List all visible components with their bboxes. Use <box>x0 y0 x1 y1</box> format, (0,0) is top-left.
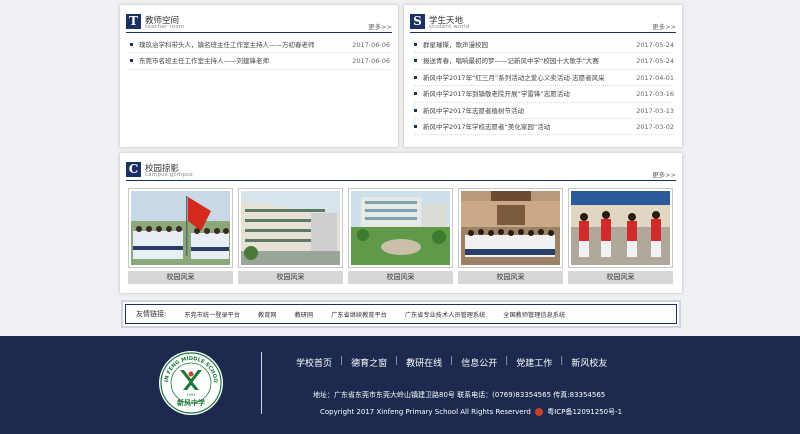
logo-cn-text: 新风中学 <box>177 398 205 407</box>
friend-link[interactable]: 东莞市统一登录平台 <box>184 310 240 319</box>
list-item[interactable]: 群星璀璨，歌声漫校园 2017-05-24 <box>414 37 674 54</box>
nav-separator: | <box>395 356 399 366</box>
campus-aerial-image <box>351 191 450 265</box>
nav-research[interactable]: 教研在线 <box>406 356 442 369</box>
nav-moral[interactable]: 德育之窗 <box>351 356 387 369</box>
nav-alumni[interactable]: 新风校友 <box>571 356 607 369</box>
photo-caption[interactable]: 校园风采 <box>458 271 563 284</box>
icp-link[interactable]: 粤ICP备12091250号-1 <box>547 408 622 416</box>
friend-link[interactable]: 教研网 <box>295 310 314 319</box>
teacher-panel: T 教师空间 teacher room 更多>> 璞玖治学科带头人，镇名班主任工… <box>120 5 398 147</box>
student-list: 群星璀璨，歌声漫校园 2017-05-24 报送青春，唱响最初的梦——记新风中学“… <box>414 37 674 136</box>
photo-students-gate[interactable] <box>458 188 563 268</box>
friend-links-label: 友情链接: <box>136 310 167 318</box>
friend-links-bar: 友情链接: 东莞市统一登录平台 教育网 教研网 广东省继续教育平台 广东省专业技… <box>121 300 681 328</box>
list-item[interactable]: 东莞市名班主任工作室主持人——刘建锋老师 2017-06-06 <box>130 53 390 70</box>
item-title[interactable]: 新风中学2017年“红三月”系列活动之爱心义卖活动-志愿者风采 <box>423 74 605 82</box>
item-title[interactable]: 东莞市名班主任工作室主持人——刘建锋老师 <box>139 57 269 65</box>
nav-info[interactable]: 信息公开 <box>461 356 497 369</box>
photo-flag-ceremony[interactable] <box>128 188 233 268</box>
friend-links-inner: 友情链接: 东莞市统一登录平台 教育网 教研网 广东省继续教育平台 广东省专业技… <box>125 304 677 324</box>
nav-separator: | <box>560 356 564 366</box>
nav-separator: | <box>340 356 344 366</box>
students-gate-image <box>461 191 560 265</box>
student-subtitle: student world <box>429 24 470 30</box>
item-date: 2017-06-06 <box>352 41 390 49</box>
photo-item[interactable]: 校园风采 <box>568 188 673 284</box>
item-title[interactable]: 群星璀璨，歌声漫校园 <box>423 41 488 49</box>
teacher-subtitle: teacher room <box>145 24 185 30</box>
student-more-link[interactable]: 更多>> <box>652 21 676 31</box>
school-logo: XIN FENG MIDDLE SCHOOL 1993 新风中学 <box>158 350 223 415</box>
student-header: S 学生天地 student world 更多>> <box>410 11 676 33</box>
teacher-more-link[interactable]: 更多>> <box>368 21 392 31</box>
nav-home[interactable]: 学校首页 <box>296 356 332 369</box>
photo-caption[interactable]: 校园风采 <box>568 271 673 284</box>
item-title[interactable]: 报送青春，唱响最初的梦——记新风中学“校园十大歌手”大赛 <box>423 57 599 65</box>
item-title[interactable]: 璞玖治学科带头人，镇名班主任工作室主持人——万初春老师 <box>139 41 315 49</box>
photo-caption[interactable]: 校园风采 <box>348 271 453 284</box>
police-badge-icon <box>535 408 544 416</box>
photo-gallery: 校园风采 校园风采 校园风采 校园风采 校园风采 <box>127 188 675 288</box>
footer: XIN FENG MIDDLE SCHOOL 1993 新风中学 学校首页 | 德… <box>0 336 800 434</box>
list-item[interactable]: 新风中学2017年学校志愿者“美化家园”活动 2017-03-02 <box>414 119 674 136</box>
student-icon: S <box>410 14 425 29</box>
list-item[interactable]: 报送青春，唱响最初的梦——记新风中学“校园十大歌手”大赛 2017-05-24 <box>414 53 674 70</box>
nav-separator: | <box>505 356 509 366</box>
friend-link[interactable]: 教育网 <box>258 310 277 319</box>
copyright-text: Copyright 2017 Xinfeng Primary School Al… <box>320 408 531 416</box>
photo-item[interactable]: 校园风采 <box>458 188 563 284</box>
item-date: 2017-03-02 <box>636 122 674 131</box>
campus-subtitle: campus glimpse <box>145 172 193 178</box>
volunteers-image <box>571 191 670 265</box>
flag-ceremony-image <box>131 191 230 265</box>
item-date: 2017-06-06 <box>352 57 390 66</box>
campus-more-link[interactable]: 更多>> <box>652 169 676 179</box>
school-building-image <box>241 191 340 265</box>
teacher-header: T 教师空间 teacher room 更多>> <box>126 11 392 33</box>
campus-icon: C <box>126 162 141 177</box>
item-title[interactable]: 新风中学2017年志愿者植树节活动 <box>423 107 524 115</box>
friend-link[interactable]: 广东省继续教育平台 <box>331 310 387 319</box>
teacher-icon: T <box>126 14 141 29</box>
item-date: 2017-03-13 <box>636 106 674 115</box>
list-item[interactable]: 新风中学2017年到镇敬老院开展“学雷锋”志愿活动 2017-03-16 <box>414 86 674 103</box>
item-date: 2017-05-24 <box>636 41 674 49</box>
footer-address: 地址：广东省东莞市东莞大岭山镇建卫路80号 联系电话：(0769)8335456… <box>313 391 606 399</box>
item-date: 2017-04-01 <box>636 73 674 82</box>
photo-item[interactable]: 校园风采 <box>128 188 233 284</box>
photo-campus-aerial[interactable] <box>348 188 453 268</box>
list-item[interactable]: 璞玖治学科带头人，镇名班主任工作室主持人——万初春老师 2017-06-06 <box>130 37 390 54</box>
footer-copyright-line: Copyright 2017 Xinfeng Primary School Al… <box>320 407 622 417</box>
friend-link[interactable]: 广东省专业技术人员管理系统 <box>405 310 485 319</box>
student-panel: S 学生天地 student world 更多>> 群星璀璨，歌声漫校园 2017… <box>404 5 682 147</box>
photo-item[interactable]: 校园风采 <box>238 188 343 284</box>
logo-year: 1993 <box>187 393 196 397</box>
footer-nav: 学校首页 | 德育之窗 | 教研在线 | 信息公开 | 党建工作 | 新风校友 <box>296 356 607 369</box>
photo-item[interactable]: 校园风采 <box>348 188 453 284</box>
list-item[interactable]: 新风中学2017年志愿者植树节活动 2017-03-13 <box>414 103 674 119</box>
photo-caption[interactable]: 校园风采 <box>128 271 233 284</box>
nav-party[interactable]: 党建工作 <box>516 356 552 369</box>
item-date: 2017-03-16 <box>636 90 674 99</box>
campus-panel: C 校园掠影 campus glimpse 更多>> 校园风采 校园风采 校园风… <box>120 153 682 293</box>
footer-divider <box>261 352 262 414</box>
list-item[interactable]: 新风中学2017年“红三月”系列活动之爱心义卖活动-志愿者风采 2017-04-0… <box>414 70 674 87</box>
nav-separator: | <box>450 356 454 366</box>
teacher-list: 璞玖治学科带头人，镇名班主任工作室主持人——万初春老师 2017-06-06 东莞… <box>130 37 390 70</box>
photo-building[interactable] <box>238 188 343 268</box>
item-date: 2017-05-24 <box>636 57 674 66</box>
campus-header: C 校园掠影 campus glimpse 更多>> <box>126 159 676 181</box>
item-title[interactable]: 新风中学2017年学校志愿者“美化家园”活动 <box>423 123 550 131</box>
photo-volunteers[interactable] <box>568 188 673 268</box>
photo-caption[interactable]: 校园风采 <box>238 271 343 284</box>
item-title[interactable]: 新风中学2017年到镇敬老院开展“学雷锋”志愿活动 <box>423 90 570 98</box>
friend-link[interactable]: 全国教师管理信息系统 <box>503 310 565 319</box>
